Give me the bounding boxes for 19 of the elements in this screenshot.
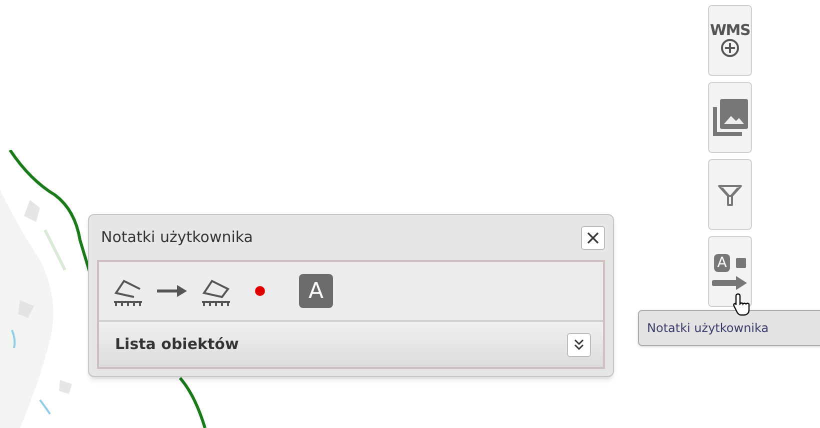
tooltip: Notatki użytkownika (638, 310, 820, 346)
wms-label: WMS (710, 23, 750, 38)
notes-button[interactable]: A (708, 236, 752, 307)
arrow-icon (712, 276, 748, 290)
text-label-icon: A (714, 254, 730, 272)
close-button[interactable] (581, 226, 605, 250)
object-list-header[interactable]: Lista obiektów (99, 320, 603, 367)
layers-button[interactable] (708, 82, 752, 153)
wms-button[interactable]: WMS (708, 5, 752, 76)
close-icon (587, 232, 599, 244)
text-tool[interactable]: A (299, 274, 333, 308)
arrow-icon (156, 284, 188, 298)
plus-circle-icon (720, 38, 740, 58)
panel-title: Notatki użytkownika (101, 227, 253, 248)
expand-toggle-icon (567, 332, 591, 356)
filter-button[interactable] (708, 159, 752, 230)
dot-icon (254, 285, 266, 297)
square-icon (736, 258, 746, 268)
image-stack-icon (710, 96, 750, 138)
